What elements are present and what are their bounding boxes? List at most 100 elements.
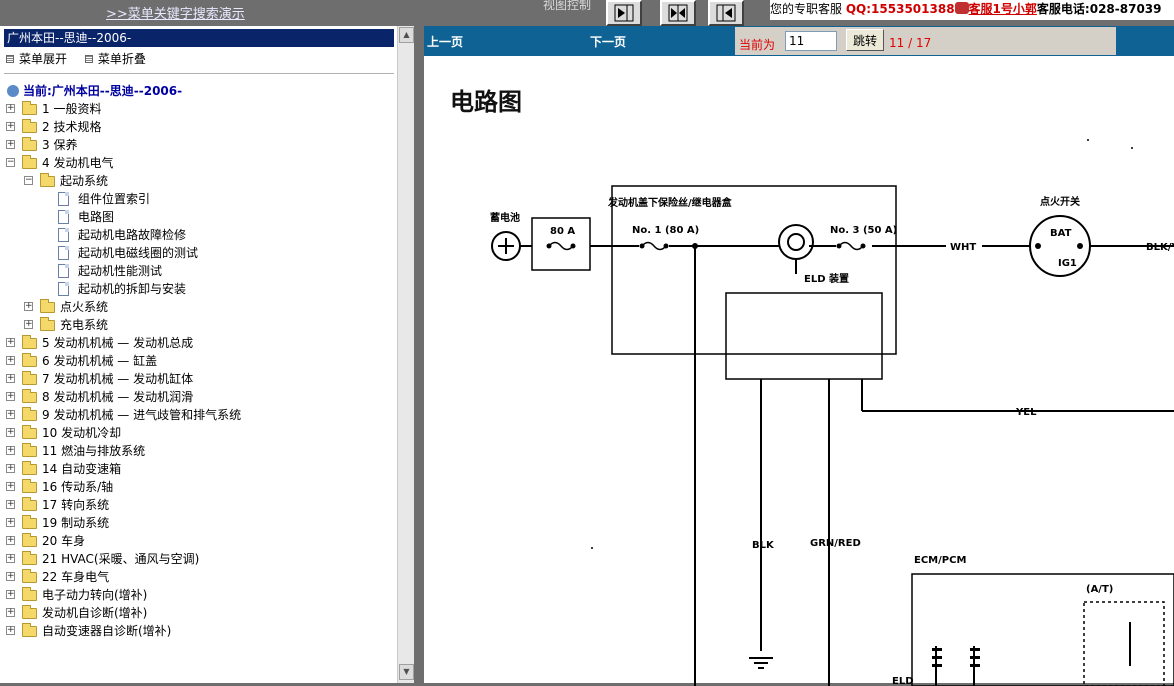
- ignition-switch-label: 点火开关: [1040, 195, 1080, 208]
- tree-item[interactable]: +5 发动机机械 — 发动机总成: [0, 334, 396, 352]
- page-number-input[interactable]: [785, 31, 837, 51]
- expand-node-icon[interactable]: +: [24, 302, 33, 311]
- collapse-node-icon[interactable]: −: [24, 176, 33, 185]
- expand-node-icon[interactable]: +: [6, 104, 15, 113]
- view-right-button[interactable]: [708, 0, 744, 26]
- tree-item-label: 起动系统: [60, 174, 109, 188]
- tree-item[interactable]: +9 发动机机械 — 进气歧管和排气系统: [0, 406, 396, 424]
- folder-icon: [22, 497, 37, 511]
- expand-node-icon[interactable]: +: [24, 320, 33, 329]
- phone-icon: [954, 2, 969, 14]
- expand-node-icon[interactable]: +: [6, 428, 15, 437]
- document-icon: [58, 282, 69, 296]
- panel-splitter[interactable]: [414, 26, 424, 683]
- expand-node-icon[interactable]: +: [6, 338, 15, 347]
- expand-node-icon[interactable]: +: [6, 626, 15, 635]
- expand-node-icon[interactable]: +: [6, 122, 15, 131]
- expand-icon: [6, 55, 14, 63]
- page-jump-box: 当前为 跳转 11 / 17: [735, 27, 1116, 55]
- tree-item[interactable]: + 点火系统: [0, 298, 396, 316]
- tree-item[interactable]: +1 一般资料: [0, 100, 396, 118]
- eld-unit-label: ELD 装置: [804, 272, 849, 285]
- menu-collapse-button[interactable]: 菜单折叠: [84, 52, 146, 66]
- expand-node-icon[interactable]: +: [6, 518, 15, 527]
- tree-item[interactable]: 电路图: [0, 208, 396, 226]
- left-scrollbar[interactable]: ▲ ▼: [397, 26, 414, 683]
- tree-item[interactable]: +21 HVAC(采暖、通风与空调): [0, 550, 396, 568]
- tree-item-label: 点火系统: [60, 300, 109, 314]
- diagram-title: 电路图: [450, 88, 522, 116]
- tree-item[interactable]: +3 保养: [0, 136, 396, 154]
- expand-node-icon[interactable]: +: [6, 500, 15, 509]
- scroll-up-button[interactable]: ▲: [399, 27, 414, 43]
- tree-item[interactable]: +19 制动系统: [0, 514, 396, 532]
- expand-node-icon[interactable]: +: [6, 464, 15, 473]
- tree-item[interactable]: +8 发动机机械 — 发动机润滑: [0, 388, 396, 406]
- search-demo-link[interactable]: >>菜单关键字搜索演示: [106, 3, 245, 22]
- service-tel: 028-87039: [1089, 2, 1162, 16]
- tree-item[interactable]: 起动机电磁线圈的测试: [0, 244, 396, 262]
- service-agent-link[interactable]: 客服1号小郭: [969, 2, 1037, 16]
- expand-node-icon[interactable]: +: [6, 374, 15, 383]
- tree-item[interactable]: +11 燃油与排放系统: [0, 442, 396, 460]
- tree-item[interactable]: +20 车身: [0, 532, 396, 550]
- next-page-link[interactable]: 下一页: [590, 33, 626, 50]
- tree-item[interactable]: 组件位置索引: [0, 190, 396, 208]
- tree-item-label: 17 转向系统: [42, 498, 110, 512]
- menu-collapse-label: 菜单折叠: [97, 52, 146, 66]
- expand-node-icon[interactable]: +: [6, 356, 15, 365]
- terminal-bat-label: BAT: [1050, 228, 1072, 239]
- expand-node-icon[interactable]: +: [6, 608, 15, 617]
- tree-item[interactable]: +22 车身电气: [0, 568, 396, 586]
- view-left-button[interactable]: [606, 0, 642, 26]
- eld-unit-box: [725, 292, 883, 380]
- folder-icon: [22, 425, 37, 439]
- prev-page-link[interactable]: 上一页: [427, 33, 463, 50]
- tree-item[interactable]: 起动机性能测试: [0, 262, 396, 280]
- tree-item-label: 21 HVAC(采暖、通风与空调): [42, 552, 200, 566]
- tree-item[interactable]: +2 技术规格: [0, 118, 396, 136]
- wire-wht-label: WHT: [950, 242, 976, 253]
- tree-item[interactable]: +6 发动机机械 — 缸盖: [0, 352, 396, 370]
- tree-item-label: 9 发动机机械 — 进气歧管和排气系统: [42, 408, 242, 422]
- tree-item-label: 起动机电路故障检修: [78, 228, 187, 242]
- expand-node-icon[interactable]: +: [6, 410, 15, 419]
- tree-item[interactable]: +17 转向系统: [0, 496, 396, 514]
- expand-node-icon[interactable]: +: [6, 482, 15, 491]
- tree-item[interactable]: 起动机电路故障检修: [0, 226, 396, 244]
- view-both-button[interactable]: [660, 0, 696, 26]
- tree-item[interactable]: + 自动变速器自诊断(增补): [0, 622, 396, 640]
- divider: [4, 73, 394, 74]
- tree-item[interactable]: + 发动机自诊断(增补): [0, 604, 396, 622]
- tree-item[interactable]: +16 传动系/轴: [0, 478, 396, 496]
- menu-expand-button[interactable]: 菜单展开: [6, 52, 67, 66]
- tree-item[interactable]: + 充电系统: [0, 316, 396, 334]
- pager-bar: 上一页 下一页 当前为 跳转 11 / 17: [424, 26, 1174, 56]
- tree-item[interactable]: + 电子动力转向(增补): [0, 586, 396, 604]
- fuse-80a-label: 80 A: [550, 226, 575, 237]
- expand-node-icon[interactable]: +: [6, 446, 15, 455]
- view-both-icon: [668, 4, 688, 22]
- tree-item-label: 1 一般资料: [42, 102, 102, 116]
- globe-icon: [7, 85, 19, 97]
- tree-item[interactable]: +7 发动机机械 — 发动机缸体: [0, 370, 396, 388]
- folder-icon: [40, 317, 55, 331]
- expand-node-icon[interactable]: +: [6, 392, 15, 401]
- service-qq-link[interactable]: QQ:1553501388: [846, 2, 955, 16]
- expand-node-icon[interactable]: +: [6, 140, 15, 149]
- expand-node-icon[interactable]: +: [6, 590, 15, 599]
- tree-item[interactable]: +10 发动机冷却: [0, 424, 396, 442]
- service-tel-label: 客服电话:: [1036, 2, 1090, 16]
- tree-item[interactable]: − 4 发动机电气: [0, 154, 396, 172]
- expand-node-icon[interactable]: +: [6, 572, 15, 581]
- go-button[interactable]: 跳转: [846, 29, 884, 51]
- wire-blk-y-label: BLK/Y: [1146, 242, 1174, 253]
- expand-node-icon[interactable]: +: [6, 536, 15, 545]
- tree-item[interactable]: − 起动系统: [0, 172, 396, 190]
- scroll-down-button[interactable]: ▼: [399, 664, 414, 680]
- tree-item-label: 起动机的拆卸与安装: [78, 282, 187, 296]
- expand-node-icon[interactable]: +: [6, 554, 15, 563]
- tree-item[interactable]: +14 自动变速箱: [0, 460, 396, 478]
- tree-item[interactable]: 起动机的拆卸与安装: [0, 280, 396, 298]
- collapse-node-icon[interactable]: −: [6, 158, 15, 167]
